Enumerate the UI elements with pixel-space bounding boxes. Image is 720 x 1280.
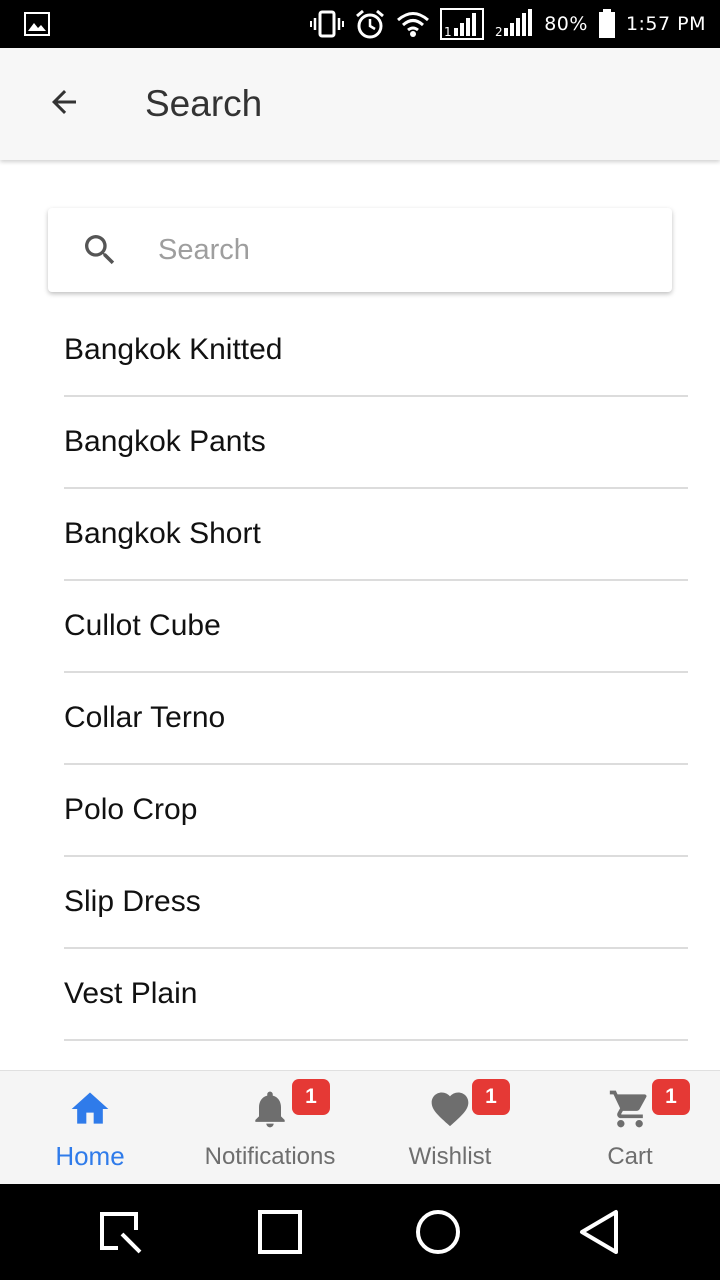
list-item[interactable]: Vest Plain bbox=[64, 949, 688, 1041]
home-circle-button[interactable] bbox=[414, 1208, 462, 1256]
home-icon bbox=[68, 1087, 112, 1131]
battery-icon bbox=[598, 9, 616, 39]
page-title: Search bbox=[145, 83, 263, 124]
nav-home[interactable]: Home bbox=[0, 1071, 180, 1185]
battery-percentage: 80% bbox=[544, 13, 588, 35]
bell-icon bbox=[248, 1087, 292, 1131]
home-square-button[interactable] bbox=[256, 1208, 304, 1256]
list-item[interactable]: Bangkok Knitted bbox=[64, 305, 688, 397]
list-item[interactable]: Polo Crop bbox=[64, 765, 688, 857]
search-input[interactable] bbox=[158, 226, 638, 274]
nav-notifications[interactable]: 1 Notifications bbox=[180, 1071, 360, 1185]
vibrate-icon bbox=[310, 10, 345, 38]
cart-icon bbox=[608, 1087, 652, 1131]
signal-sim2-icon: 2 bbox=[494, 8, 534, 40]
app-bar: Search bbox=[0, 48, 720, 160]
arrow-back-icon bbox=[46, 84, 82, 125]
notifications-badge: 1 bbox=[292, 1079, 330, 1115]
search-icon bbox=[80, 230, 120, 270]
list-item[interactable]: Bangkok Pants bbox=[64, 397, 688, 489]
nav-wishlist[interactable]: 1 Wishlist bbox=[360, 1071, 540, 1185]
nav-home-label: Home bbox=[55, 1141, 125, 1171]
back-button[interactable] bbox=[36, 80, 92, 128]
bottom-navigation: Home 1 Notifications 1 Wishlist 1 Cart bbox=[0, 1070, 720, 1184]
signal-sim1-icon: 1 bbox=[440, 8, 485, 40]
nav-wishlist-label: Wishlist bbox=[408, 1143, 492, 1170]
wishlist-badge: 1 bbox=[472, 1079, 510, 1115]
heart-icon bbox=[428, 1087, 472, 1131]
alarm-icon bbox=[354, 8, 386, 40]
status-bar: 1 2 80% 1:57 PM bbox=[0, 0, 720, 48]
clock: 1:57 PM bbox=[625, 13, 706, 35]
recent-apps-button[interactable] bbox=[96, 1208, 144, 1256]
nav-cart-label: Cart bbox=[607, 1143, 653, 1170]
cart-badge: 1 bbox=[652, 1079, 690, 1115]
svg-text:2: 2 bbox=[495, 25, 503, 39]
back-triangle-button[interactable] bbox=[576, 1208, 624, 1256]
list-item[interactable]: Cullot Cube bbox=[64, 581, 688, 673]
nav-cart[interactable]: 1 Cart bbox=[540, 1071, 720, 1185]
list-item[interactable]: Slip Dress bbox=[64, 857, 688, 949]
nav-notifications-label: Notifications bbox=[204, 1143, 336, 1170]
wifi-icon bbox=[396, 10, 430, 38]
search-results-list: Bangkok Knitted Bangkok Pants Bangkok Sh… bbox=[64, 305, 688, 1041]
list-item[interactable]: Bangkok Short bbox=[64, 489, 688, 581]
gallery-icon bbox=[24, 12, 50, 41]
svg-text:1: 1 bbox=[444, 25, 452, 39]
system-navigation-bar bbox=[0, 1184, 720, 1280]
list-item[interactable]: Collar Terno bbox=[64, 673, 688, 765]
